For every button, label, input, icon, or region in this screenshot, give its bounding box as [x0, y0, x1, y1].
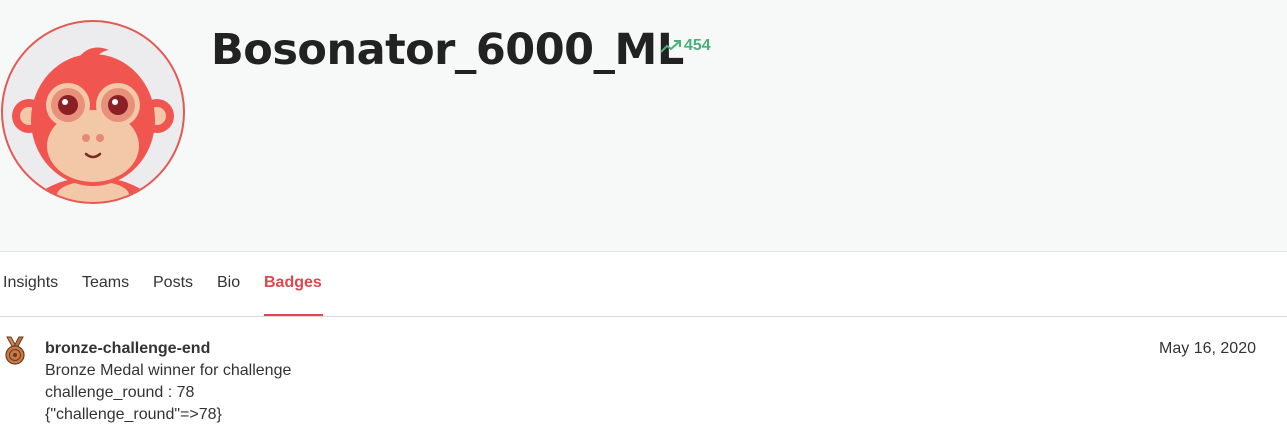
list-item: bronze-challenge-end Bronze Medal winner…: [0, 336, 1287, 436]
monkey-avatar-icon: [1, 20, 185, 204]
score-value: 454: [684, 37, 711, 54]
tab-bio[interactable]: Bio: [217, 252, 240, 315]
tab-insights[interactable]: Insights: [3, 252, 58, 315]
badge-detail: challenge_round : 78: [45, 384, 195, 401]
tab-posts[interactable]: Posts: [153, 252, 193, 315]
badge-description: Bronze Medal winner for challenge: [45, 362, 292, 379]
bronze-medal-icon: [2, 336, 28, 366]
tab-teams[interactable]: Teams: [82, 252, 129, 315]
badge-title: bronze-challenge-end: [45, 340, 211, 357]
badge-date: May 16, 2020: [1159, 340, 1256, 357]
avatar[interactable]: [1, 20, 185, 204]
score-indicator: 454: [660, 37, 711, 55]
profile-tabs: Insights Teams Posts Bio Badges: [0, 252, 1287, 317]
username-heading: Bosonator_6000_ML: [211, 25, 684, 75]
profile-header: Bosonator_6000_ML 454: [0, 0, 1287, 252]
tab-badges[interactable]: Badges: [264, 252, 323, 316]
trending-up-icon: [660, 40, 681, 53]
badge-details: bronze-challenge-end Bronze Medal winner…: [45, 338, 291, 426]
badge-raw: {"challenge_round"=>78}: [45, 406, 222, 423]
